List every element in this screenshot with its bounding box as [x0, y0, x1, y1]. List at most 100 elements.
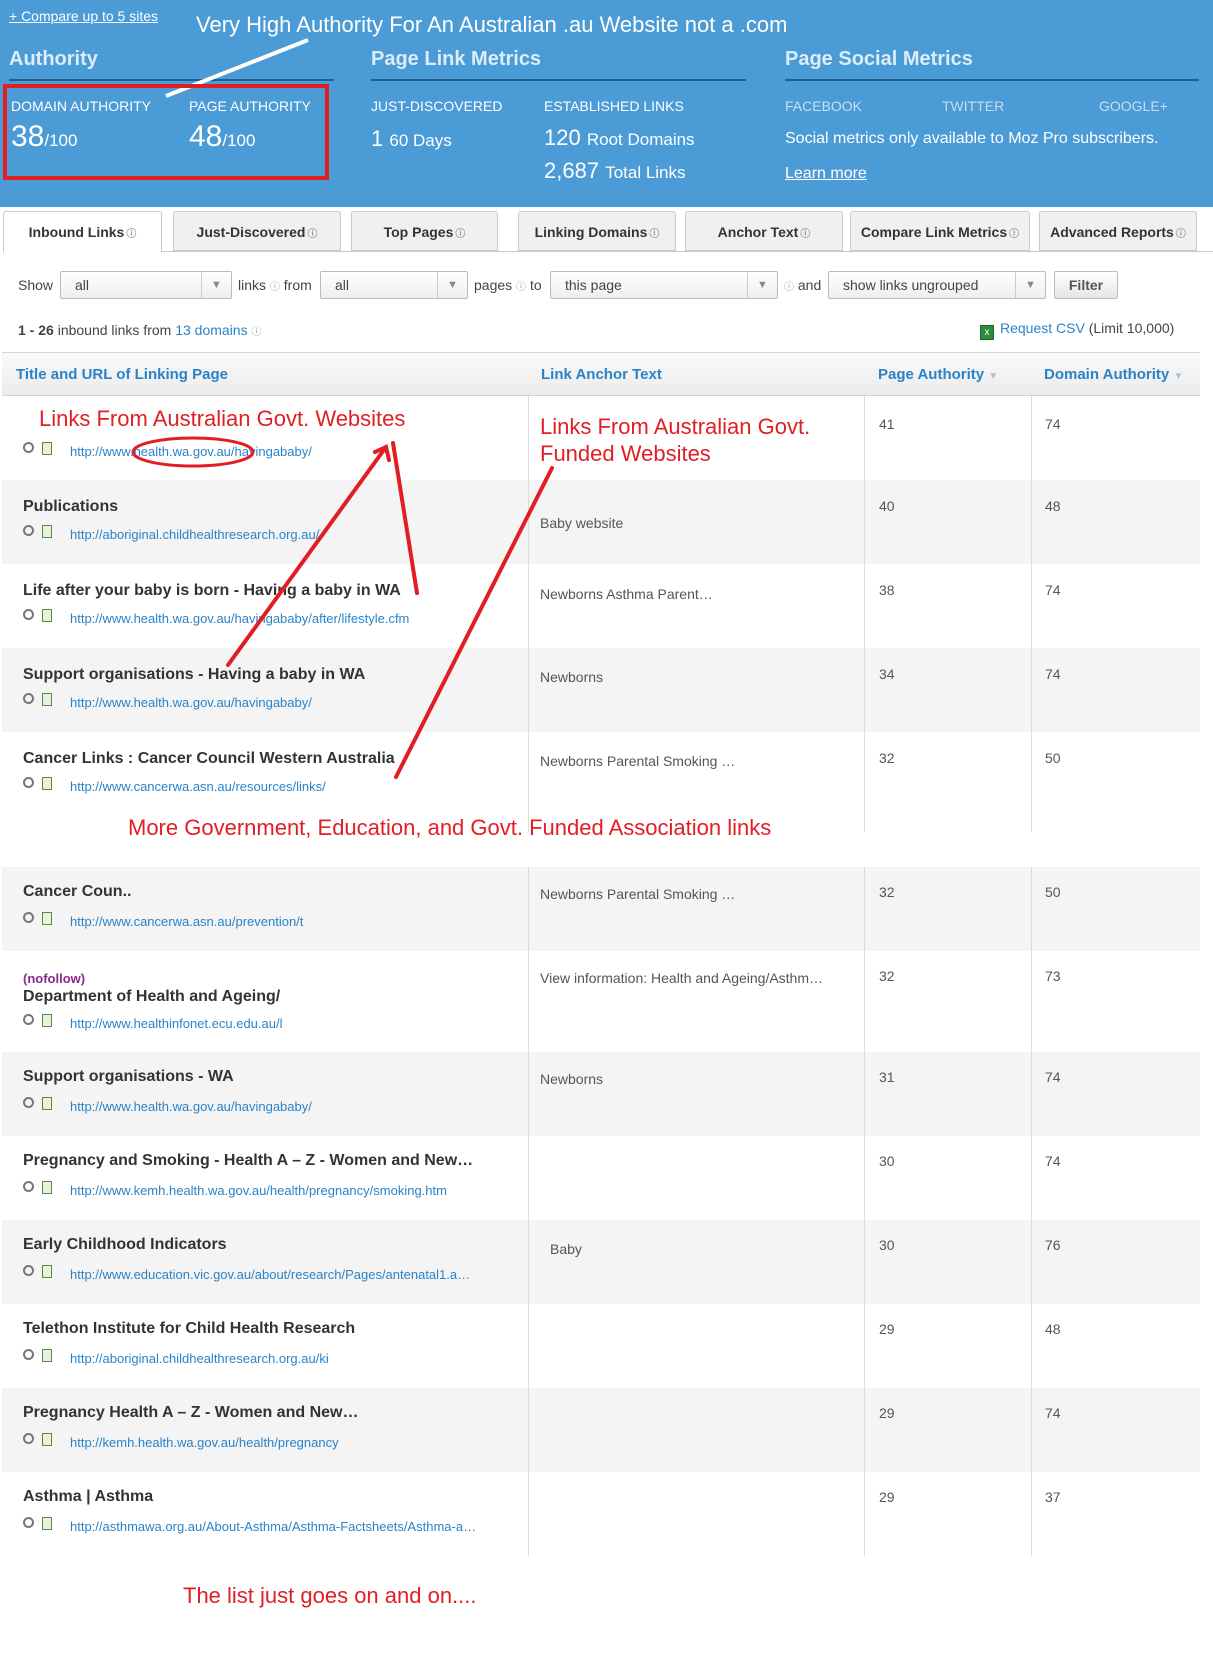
csv-limit: (Limit 10,000)	[1088, 320, 1175, 336]
row-domain-authority: 76	[1045, 1237, 1061, 1253]
sort-icon: ▼	[1173, 371, 1184, 382]
domain-authority-label: DOMAIN AUTHORITY	[11, 98, 152, 114]
row-icons	[23, 693, 52, 707]
row-url[interactable]: http://www.healthinfonet.ecu.edu.au/l	[70, 1016, 282, 1031]
page-icon[interactable]	[42, 1265, 52, 1278]
row-domain-authority: 74	[1045, 1069, 1061, 1085]
tab-inbound-links[interactable]: Inbound Links ⓘ	[3, 211, 162, 253]
compare-sites-link[interactable]: + Compare up to 5 sites	[9, 8, 158, 24]
search-icon[interactable]	[23, 609, 34, 620]
row-url[interactable]: http://asthmawa.org.au/About-Asthma/Asth…	[70, 1519, 476, 1534]
search-icon[interactable]	[23, 1265, 34, 1276]
row-title: Early Childhood Indicators	[23, 1236, 227, 1253]
sort-icon: ▼	[988, 371, 999, 382]
row-url[interactable]: http://www.cancerwa.asn.au/resources/lin…	[70, 779, 326, 794]
annotation-govt-websites: Links From Australian Govt. Websites	[39, 406, 406, 431]
excel-icon: x	[980, 325, 994, 340]
search-icon[interactable]	[23, 1014, 34, 1025]
table-row: Telethon Institute for Child Health Rese…	[2, 1304, 1200, 1388]
column-title-url[interactable]: Title and URL of Linking Page	[16, 366, 228, 383]
tab-advanced-reports[interactable]: Advanced Reports ⓘ	[1039, 211, 1197, 251]
search-icon[interactable]	[23, 1433, 34, 1444]
column-page-authority[interactable]: Page Authority ▼	[878, 366, 998, 383]
link-source-select[interactable]: all ▼	[320, 271, 468, 299]
page-icon[interactable]	[42, 912, 52, 925]
page-icon[interactable]	[42, 1433, 52, 1446]
row-page-authority: 41	[879, 416, 895, 432]
link-type-select[interactable]: all ▼	[60, 271, 232, 299]
filter-button[interactable]: Filter	[1054, 271, 1118, 299]
page-icon[interactable]	[42, 1014, 52, 1027]
row-url[interactable]: http://www.health.wa.gov.au/havingababy/	[70, 695, 312, 710]
domains-link[interactable]: 13 domains	[175, 322, 247, 338]
row-title: Support organisations - WA	[23, 1068, 234, 1085]
tab-linking-domains[interactable]: Linking Domains ⓘ	[518, 211, 676, 251]
row-domain-authority: 48	[1045, 1321, 1061, 1337]
row-page-authority: 32	[879, 750, 895, 766]
just-discovered-value: 1 60 Days	[371, 126, 452, 151]
row-url[interactable]: http://www.health.wa.gov.au/havingababy/	[70, 444, 312, 459]
domain-authority-value: 38/100	[11, 120, 78, 153]
facebook-label: FACEBOOK	[785, 98, 863, 114]
column-domain-authority[interactable]: Domain Authority ▼	[1044, 366, 1183, 383]
row-icons	[23, 1265, 52, 1279]
row-domain-authority: 74	[1045, 1405, 1061, 1421]
just-discovered-label: JUST-DISCOVERED	[371, 98, 503, 114]
table-row: Asthma | Asthma http://asthmawa.org.au/A…	[2, 1472, 1200, 1556]
row-page-authority: 30	[879, 1237, 895, 1253]
search-icon[interactable]	[23, 1181, 34, 1192]
page-icon[interactable]	[42, 442, 52, 455]
page-icon[interactable]	[42, 525, 52, 538]
row-page-authority: 29	[879, 1489, 895, 1505]
row-url[interactable]: http://kemh.health.wa.gov.au/health/preg…	[70, 1435, 339, 1450]
tab-just-discovered[interactable]: Just-Discovered ⓘ	[173, 211, 341, 251]
row-domain-authority: 74	[1045, 666, 1061, 682]
tab-anchor-text[interactable]: Anchor Text ⓘ	[685, 211, 843, 251]
row-url[interactable]: http://www.health.wa.gov.au/havingababy/	[70, 1099, 312, 1114]
search-icon[interactable]	[23, 912, 34, 923]
page-icon[interactable]	[42, 609, 52, 622]
page-icon[interactable]	[42, 1517, 52, 1530]
page-icon[interactable]	[42, 777, 52, 790]
request-csv-link[interactable]: Request CSV	[1000, 320, 1085, 336]
row-url[interactable]: http://www.education.vic.gov.au/about/re…	[70, 1267, 470, 1282]
row-url[interactable]: http://www.kemh.health.wa.gov.au/health/…	[70, 1183, 447, 1198]
table-row: (nofollow) Department of Health and Agei…	[2, 951, 1200, 1052]
page-icon[interactable]	[42, 1349, 52, 1362]
row-icons	[23, 1433, 52, 1447]
tab-top-pages[interactable]: Top Pages ⓘ	[351, 211, 498, 251]
page-icon[interactable]	[42, 1181, 52, 1194]
tab-bar: Inbound Links ⓘ Just-Discovered ⓘ Top Page…	[0, 207, 1213, 253]
annotation-list-goes-on: The list just goes on and on....	[183, 1583, 477, 1608]
search-icon[interactable]	[23, 777, 34, 788]
chevron-down-icon: ▼	[201, 272, 231, 298]
row-title: Department of Health and Ageing/	[23, 988, 281, 1005]
row-icons	[23, 1014, 52, 1028]
chevron-down-icon: ▼	[437, 272, 467, 298]
row-anchor-text: Baby website	[540, 515, 624, 531]
row-title: Cancer Coun..	[23, 883, 132, 900]
link-target-select[interactable]: this page ▼	[550, 271, 778, 299]
column-anchor-text[interactable]: Link Anchor Text	[541, 366, 662, 383]
search-icon[interactable]	[23, 442, 34, 453]
row-url[interactable]: http://www.cancerwa.asn.au/prevention/t	[70, 914, 303, 929]
search-icon[interactable]	[23, 693, 34, 704]
row-url[interactable]: http://aboriginal.childhealthresearch.or…	[70, 527, 319, 542]
search-icon[interactable]	[23, 1349, 34, 1360]
learn-more-link[interactable]: Learn more	[785, 165, 867, 183]
grouping-select[interactable]: show links ungrouped ▼	[828, 271, 1046, 299]
row-icons	[23, 777, 52, 791]
table-row: Publications http://aboriginal.childheal…	[2, 480, 1200, 564]
tab-compare-link-metrics[interactable]: Compare Link Metrics ⓘ	[850, 211, 1030, 251]
row-url[interactable]: http://www.health.wa.gov.au/havingababy/…	[70, 611, 409, 626]
search-icon[interactable]	[23, 1517, 34, 1528]
link-metrics-title: Page Link Metrics	[371, 48, 542, 70]
search-icon[interactable]	[23, 1097, 34, 1108]
search-icon[interactable]	[23, 525, 34, 536]
page-icon[interactable]	[42, 693, 52, 706]
page-icon[interactable]	[42, 1097, 52, 1110]
row-title: Publications	[23, 498, 119, 515]
row-url[interactable]: http://aboriginal.childhealthresearch.or…	[70, 1351, 329, 1366]
row-anchor-text: Newborns Parental Smoking …	[540, 886, 736, 902]
row-title: Pregnancy and Smoking - Health A – Z - W…	[23, 1152, 474, 1169]
